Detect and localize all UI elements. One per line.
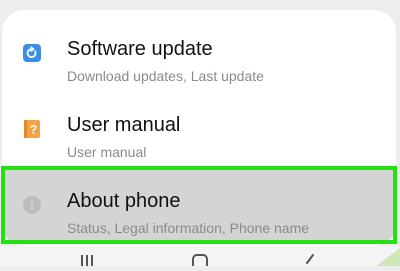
settings-item-title: User manual xyxy=(67,114,181,136)
settings-item-subtitle: User manual xyxy=(67,144,147,160)
settings-list: Software update Download updates, Last u… xyxy=(2,10,396,246)
settings-item-about-phone[interactable]: About phone Status, Legal information, P… xyxy=(2,168,396,242)
software-update-icon xyxy=(22,43,42,63)
settings-item-user-manual[interactable]: ? User manual User manual xyxy=(2,92,396,166)
back-icon[interactable] xyxy=(298,252,322,266)
user-manual-icon: ? xyxy=(22,119,42,139)
settings-item-software-update[interactable]: Software update Download updates, Last u… xyxy=(2,16,396,90)
svg-text:?: ? xyxy=(30,123,37,137)
settings-item-subtitle: Download updates, Last update xyxy=(67,68,264,84)
settings-item-title: Software update xyxy=(67,38,213,60)
info-icon xyxy=(22,195,42,215)
home-icon[interactable] xyxy=(188,252,212,270)
navigation-bar xyxy=(0,246,400,270)
corner-decoration xyxy=(364,248,400,266)
settings-item-title: About phone xyxy=(67,190,181,212)
settings-item-subtitle: Status, Legal information, Phone name xyxy=(67,220,310,236)
recent-apps-icon[interactable] xyxy=(75,252,99,266)
